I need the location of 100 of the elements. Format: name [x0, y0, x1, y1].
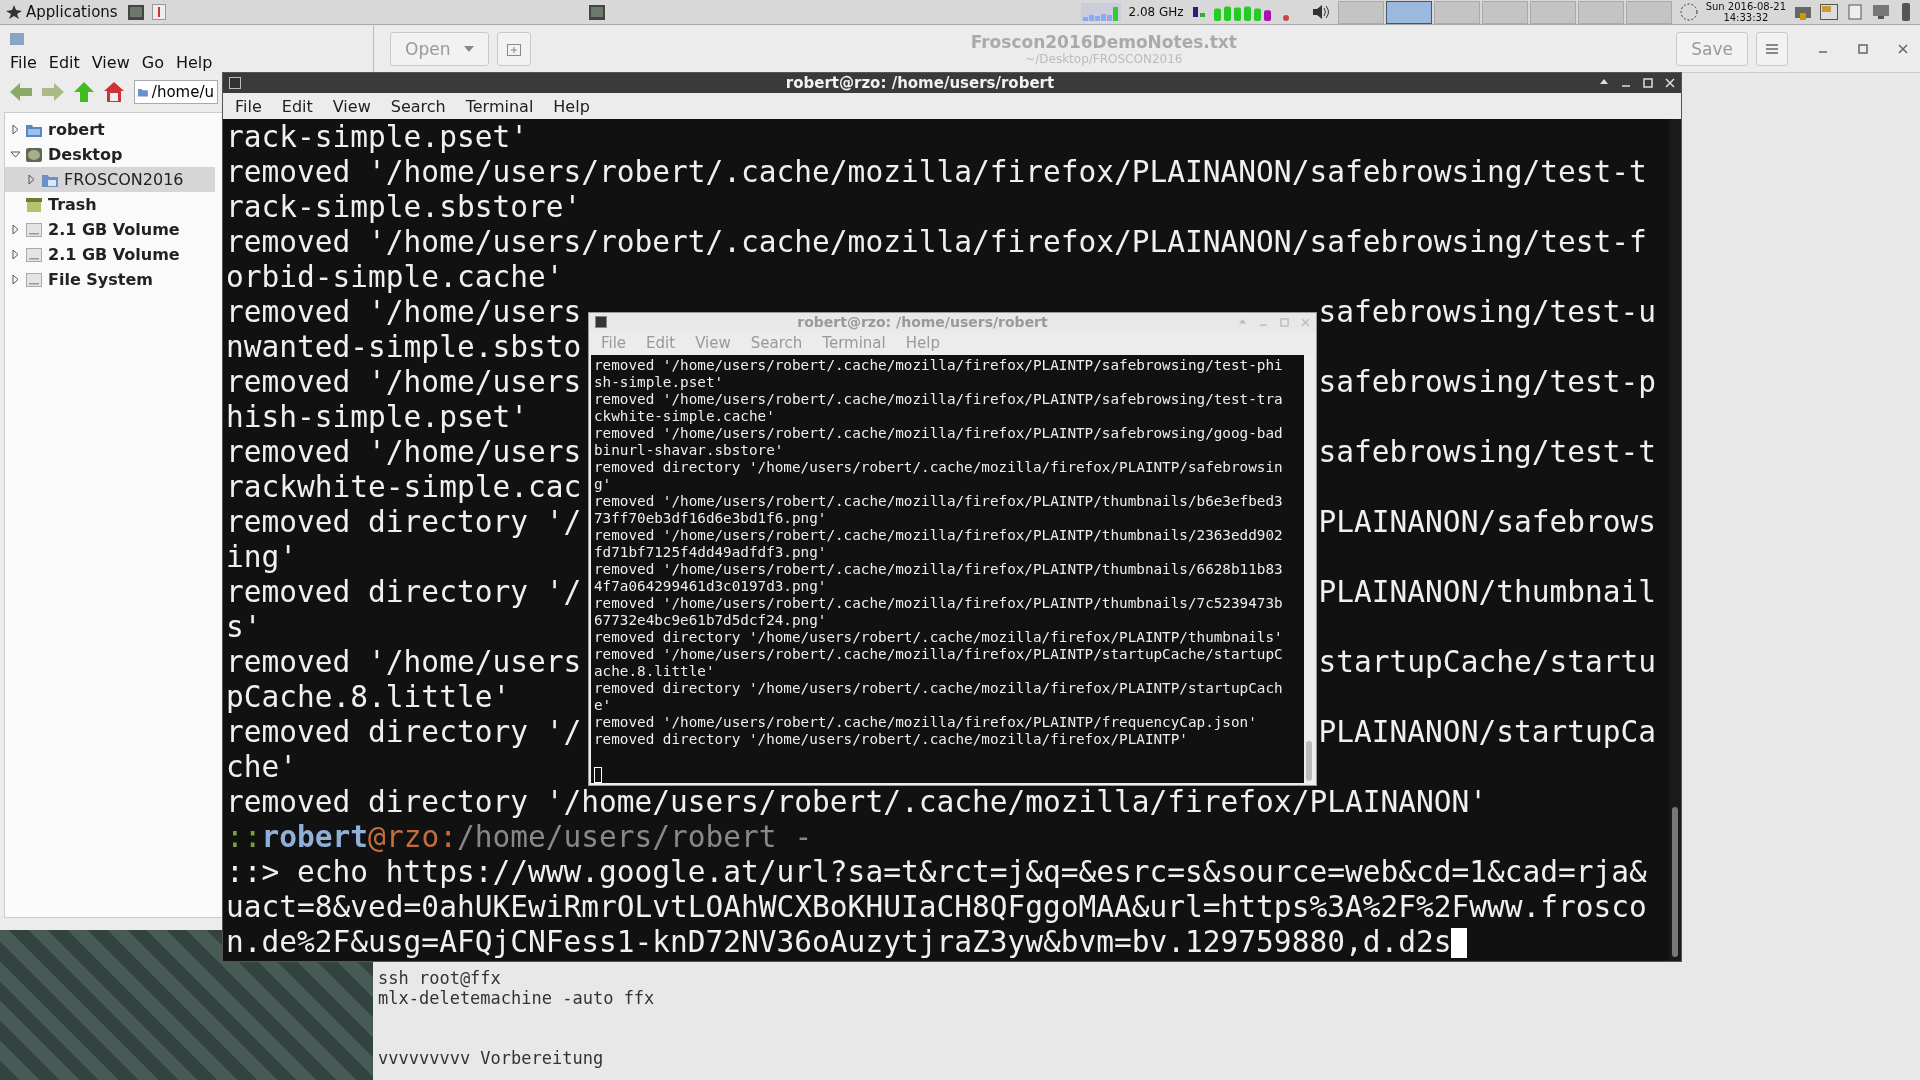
terminal-output-line: rack-simple.pset' [226, 120, 528, 155]
menu-item[interactable]: View [91, 52, 130, 72]
cpu-frequency: 2.08 GHz [1128, 5, 1184, 19]
expander-closed-icon[interactable] [27, 175, 36, 184]
terminal-output-line: removed directory '/ [226, 575, 582, 610]
terminal-output-line: rack-simple.sbstore' [226, 190, 582, 225]
terminal-output-line: removed '/home/users [226, 365, 582, 400]
back-arrow-icon[interactable] [10, 83, 32, 101]
terminal-output-line: removed '/home/users/robert/.cache/mozilla/firefox/PLAINTP/thumbnails/6628b11b83 [594, 561, 1284, 578]
terminal-output-line: removed '/home/users/robert/.cache/mozilla/firefox/PLAINANON/safebrowsing/test-f [226, 225, 1647, 260]
taskbar-button[interactable] [1385, 0, 1432, 24]
terminal-output-line: removed directory '/ [226, 505, 582, 540]
window-icon [10, 33, 24, 45]
menu-item[interactable]: Terminal [465, 96, 534, 116]
terminal-output-line: nwanted-simple.sbsto [226, 330, 582, 365]
terminal-output-line: removed directory '/home/users/robert/.cache/mozilla/firefox/PLAINTP/safebrowsin [594, 459, 1284, 476]
trash-icon [26, 197, 42, 212]
tree-item[interactable]: File System [5, 267, 215, 292]
terminal-output-line: removed directory '/home/users/robert/.cache/mozilla/firefox/PLAINTP/startupCach [594, 680, 1284, 697]
terminal-output-line: removed '/home/users [226, 645, 582, 680]
terminal-output-line: PLAINANON/startupCa [1318, 715, 1656, 750]
terminal-output-line: removed '/home/users [226, 295, 582, 330]
monitor-icon [1872, 4, 1890, 20]
window-icon[interactable] [1820, 4, 1838, 20]
terminal-output-line: removed directory '/home/users/robert/.cache/mozilla/firefox/PLAINTP/thumbnails' [594, 629, 1284, 646]
menu-item[interactable]: File [235, 96, 262, 116]
drive-icon [26, 247, 42, 262]
terminal-output-line: orbid-simple.cache' [226, 260, 564, 295]
command-line: n.de%2F&usg=AFQjCNFess1-knD72NV36oAuzytjraZ3yw&bvm=bv.129759880,d.d2s [226, 925, 1452, 960]
menu-button[interactable] [1756, 32, 1788, 66]
terminal-output-line: PLAINANON/thumbnail [1318, 575, 1656, 610]
expander-closed-icon[interactable] [11, 250, 20, 259]
terminal-output-line: che' [226, 750, 298, 785]
tree-item[interactable]: Desktop [5, 142, 215, 167]
menu-item[interactable]: View [332, 96, 371, 116]
maximize-icon[interactable] [1858, 44, 1868, 54]
terminal-output-line: s' [226, 610, 262, 645]
expander-closed-icon[interactable] [11, 275, 20, 284]
star-icon [6, 5, 22, 19]
folder-icon [26, 122, 42, 137]
speaker-icon[interactable] [1311, 4, 1330, 20]
terminal-output-line: removed '/home/users/robert/.cache/mozilla/firefox/PLAINTP/thumbnails/2363edd902 [594, 527, 1284, 544]
terminal-output-line: 4f7a064299461d3c0197d3.png' [594, 578, 828, 595]
tree-item[interactable]: Trash [5, 192, 215, 217]
tree-item[interactable]: 2.1 GB Volume [5, 217, 215, 242]
new-document-button[interactable] [497, 32, 532, 66]
editor-text-line: ssh root@ffx [378, 968, 502, 988]
path-field[interactable]: /home/u [134, 80, 218, 104]
terminal-output-line: removed '/home/users/robert/.cache/mozilla/firefox/PLAINTP/safebrowsing/test-phi [594, 357, 1284, 374]
terminal-output-line: g' [594, 476, 613, 493]
terminal-output-line: removed '/home/users/robert/.cache/mozilla/firefox/PLAINTP/safebrowsing/test-tra [594, 391, 1284, 408]
editor-text-line: mlx-deletemachine -auto ffx [378, 988, 656, 1008]
terminal-output-line: pCache.8.little' [226, 680, 511, 715]
terminal-output-line: binurl-shavar.sbstore' [594, 442, 785, 459]
terminal-icon[interactable] [127, 4, 144, 20]
menu-item[interactable]: Go [141, 52, 164, 72]
window-title: robert@rzo: /home/users/robert [784, 74, 1056, 92]
tree-item[interactable]: FROSCON2016 [5, 167, 215, 192]
shell-prompt: ::robert@rzo:/home/users/robert - [226, 820, 813, 855]
drive-icon [26, 272, 42, 287]
command-line: uact=8&ved=0ahUKEwiRmrOLvtLOAhWCXBoKHUIaCH8QFggoMAA&url=https%3A%2F%2Fwww.frosco [226, 890, 1647, 925]
terminal-output-line: sh-simple.pset' [594, 374, 725, 391]
menu-item[interactable]: Edit [281, 96, 313, 116]
menu-item[interactable]: File [10, 52, 37, 72]
terminal-icon[interactable] [588, 4, 605, 20]
terminal-output-line: removed '/home/users/robert/.cache/mozilla/firefox/PLAINANON/safebrowsing/test-t [226, 155, 1647, 190]
menu-item[interactable]: Edit [48, 52, 80, 72]
menu-item[interactable]: Help [553, 96, 590, 116]
scrollbar-thumb[interactable] [1306, 741, 1312, 781]
terminal-output-line: removed '/home/users [226, 435, 582, 470]
expander-closed-icon[interactable] [11, 225, 20, 234]
menu-item[interactable]: Help [175, 52, 213, 72]
terminal-output-line: safebrowsing/test-p [1318, 365, 1656, 400]
terminal-output-line: e' [594, 697, 613, 714]
terminal-output-line: removed '/home/users/robert/.cache/mozilla/firefox/PLAINTP/thumbnails/b6e3efbed3 [594, 493, 1284, 510]
menu-item[interactable]: Search [390, 96, 446, 116]
terminal-output-line: PLAINANON/safebrows [1318, 505, 1656, 540]
caret-icon [464, 46, 475, 52]
terminal-icon [595, 316, 607, 328]
time-text: 14:33:32 [1723, 12, 1769, 23]
terminal-output-line: ing' [226, 540, 298, 575]
close-icon[interactable] [1898, 44, 1908, 54]
expander-open-icon[interactable] [11, 150, 20, 159]
command-line: ::> echo https://www.google.at/url?sa=t&rct=j&q=&esrc=s&source=web&cd=1&cad=rja& [226, 855, 1647, 890]
tree-item[interactable]: robert [5, 117, 215, 142]
expander-closed-icon[interactable] [11, 125, 20, 134]
folder-icon [42, 172, 58, 187]
home-icon[interactable] [104, 82, 124, 102]
document-title: Froscon2016DemoNotes.txt [970, 32, 1237, 52]
terminal-output-line: rackwhite-simple.cac [226, 470, 582, 505]
terminal-output-line: hish-simple.pset' [226, 400, 528, 435]
terminal-output-line: removed directory '/home/users/robert/.cache/mozilla/firefox/PLAINANON' [226, 785, 1487, 820]
cursor-icon [1451, 928, 1468, 958]
plus-icon [507, 42, 522, 56]
scrollbar-thumb[interactable] [1672, 807, 1678, 957]
terminal-icon [229, 77, 241, 89]
applications-menu[interactable]: Applications [4, 3, 120, 21]
terminal-output-line: removed '/home/users/robert/.cache/mozilla/firefox/PLAINTP/frequencyCap.json' [594, 714, 1258, 731]
tree-item[interactable]: 2.1 GB Volume [5, 242, 215, 267]
terminal-output-line: removed directory '/home/users/robert/.cache/mozilla/firefox/PLAINTP' [594, 731, 1189, 748]
